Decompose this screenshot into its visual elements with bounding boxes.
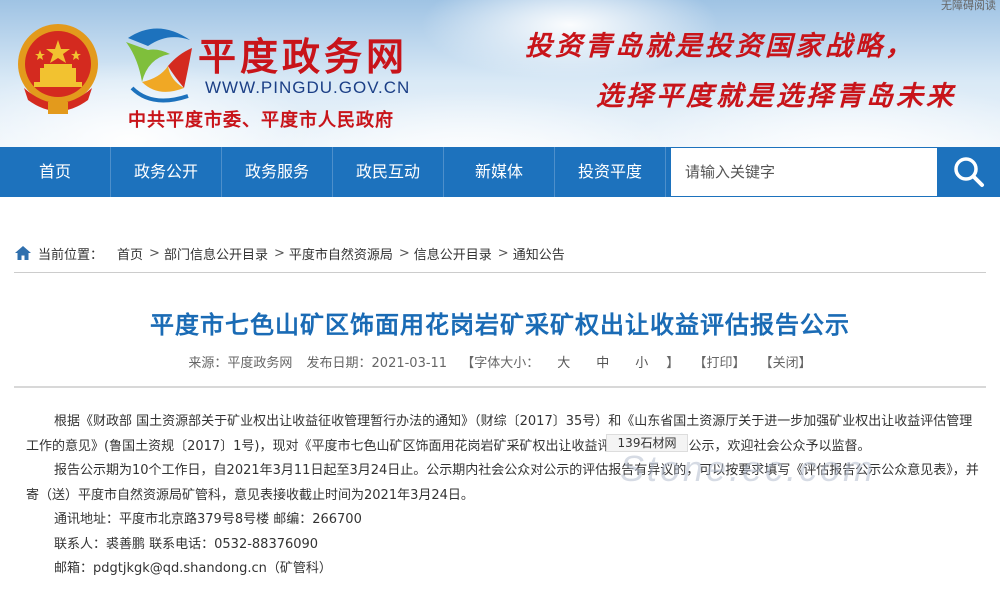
search-box [670,147,938,197]
breadcrumb-info-catalog[interactable]: 信息公开目录 [414,244,492,263]
font-size-medium[interactable]: 中 [596,356,609,371]
nav-item-interaction[interactable]: 政民互动 [333,147,444,197]
breadcrumb-natural-resources[interactable]: 平度市自然资源局 [289,244,393,263]
article-meta: 来源：平度政务网 发布日期：2021-03-11 【字体大小： 大 中 小 】 【打印】… [0,352,1000,371]
accessibility-link[interactable]: 无障碍阅读 [941,0,996,13]
article-date: 发布日期：2021-03-11 [306,356,448,371]
nav-item-gov-service[interactable]: 政务服务 [222,147,333,197]
nav-item-home[interactable]: 首页 [0,147,111,197]
site-logo-icon [126,28,192,103]
contact-person: 联系人：裘善鹏 联系电话：0532-88376090 [54,536,319,552]
print-button[interactable]: 【打印】 [693,356,745,371]
slogan-line-1: 投资青岛就是投资国家战略， [525,31,915,62]
nav-item-gov-info[interactable]: 政务公开 [111,147,222,197]
breadcrumb-home[interactable]: 首页 [117,244,143,263]
article-body: 根据《财政部 国土资源部关于矿业权出让收益征收管理暂行办法的通知》（财综〔201… [26,410,982,582]
breadcrumb-label: 当前位置： [38,247,104,263]
font-size-small[interactable]: 小 [635,356,648,371]
watermark-text: Stone.ec.com [620,448,877,489]
meta-divider [14,386,986,388]
site-org: 中共平度市委、平度市人民政府 [128,110,394,131]
nav-item-invest[interactable]: 投资平度 [555,147,666,197]
breadcrumb-separator: > [273,245,285,261]
slogan-line-2: 选择平度就是选择青岛未来 [596,81,956,112]
font-size-large[interactable]: 大 [557,356,570,371]
font-size-close: 】 [666,356,680,371]
breadcrumb-dept-catalog[interactable]: 部门信息公开目录 [164,244,268,263]
font-size-label: 【字体大小： [461,356,540,371]
site-name[interactable]: 平度政务网 [198,26,408,81]
breadcrumb-separator: > [497,245,509,261]
contact-email: 邮箱：pdgtjkgk@qd.shandong.cn（矿管科） [54,561,332,576]
national-emblem-icon [18,24,98,114]
main-nav: 首页 政务公开 政务服务 政民互动 新媒体 投资平度 [0,147,1000,197]
search-input[interactable] [671,148,937,196]
search-icon [954,157,984,187]
header-banner: 无障碍阅读 平度政务网 WWW.PINGDU.GOV.CN 中共平度市委、平度市… [0,0,1000,147]
close-button[interactable]: 【关闭】 [760,356,812,371]
breadcrumb-divider [14,272,986,273]
contact-address: 通讯地址：平度市北京路379号8号楼 邮编：266700 [54,512,362,527]
breadcrumb-notice[interactable]: 通知公告 [513,244,565,263]
breadcrumb: 当前位置： 首页 > 部门信息公开目录 > 平度市自然资源局 > 信息公开目录 … [14,240,565,266]
site-url: WWW.PINGDU.GOV.CN [205,78,411,97]
breadcrumb-separator: > [149,245,160,261]
breadcrumb-separator: > [398,245,410,261]
search-button[interactable] [938,147,1000,197]
article-title: 平度市七色山矿区饰面用花岗岩矿采矿权出让收益评估报告公示 [150,311,850,339]
home-icon [15,246,31,260]
nav-item-new-media[interactable]: 新媒体 [444,147,555,197]
article-source: 来源：平度政务网 [188,356,293,371]
